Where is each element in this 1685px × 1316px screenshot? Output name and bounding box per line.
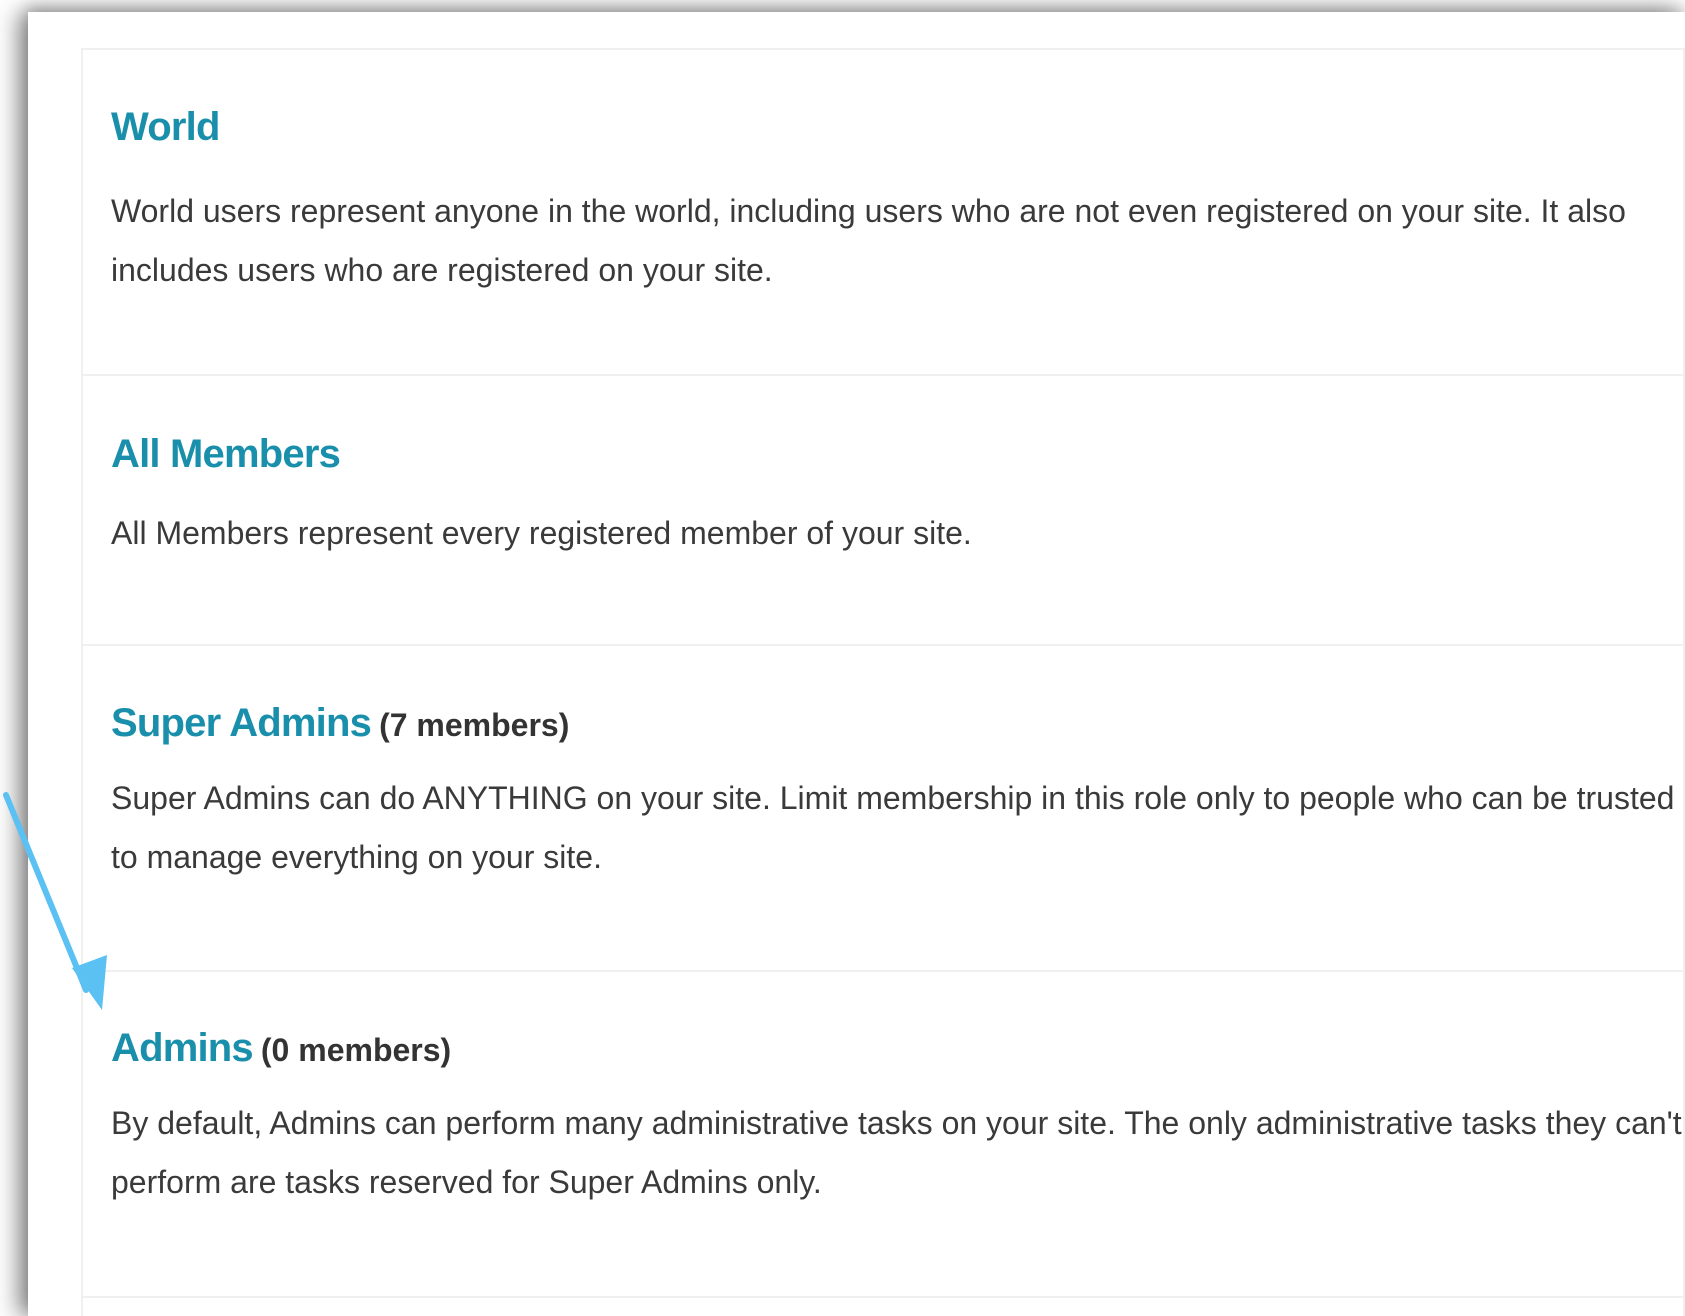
role-card-admins: Admins (0 members) By default, Admins can…	[81, 970, 1685, 1298]
role-card-all-members: All Members All Members represent every …	[81, 374, 1685, 646]
role-title-world: World	[111, 50, 1683, 150]
role-link-admins[interactable]: Admins	[111, 1026, 254, 1070]
member-count-admins: (0 members)	[260, 1032, 452, 1068]
role-description-all-members: All Members represent every registered m…	[111, 515, 972, 551]
role-link-world[interactable]: World	[111, 105, 220, 149]
screenshot-stage: World World users represent anyone in th…	[0, 0, 1685, 1316]
role-description-super-admins: Super Admins can do ANYTHING on your sit…	[111, 780, 1675, 875]
role-description-world: World users represent anyone in the worl…	[111, 193, 1626, 288]
role-card-super-admins: Super Admins (7 members) Super Admins can…	[81, 644, 1685, 972]
role-card-next-partial	[81, 1296, 1685, 1316]
roles-panel: World World users represent anyone in th…	[28, 12, 1685, 1316]
role-card-world: World World users represent anyone in th…	[81, 48, 1685, 376]
role-title-admins: Admins (0 members)	[111, 972, 1683, 1071]
member-count-super-admins: (7 members)	[379, 707, 570, 743]
role-link-all-members[interactable]: All Members	[111, 432, 341, 476]
role-title-super-admins: Super Admins (7 members)	[111, 646, 1683, 746]
role-description-admins: By default, Admins can perform many admi…	[111, 1105, 1682, 1200]
role-title-all-members: All Members	[111, 376, 1683, 477]
role-link-super-admins[interactable]: Super Admins	[111, 701, 372, 745]
